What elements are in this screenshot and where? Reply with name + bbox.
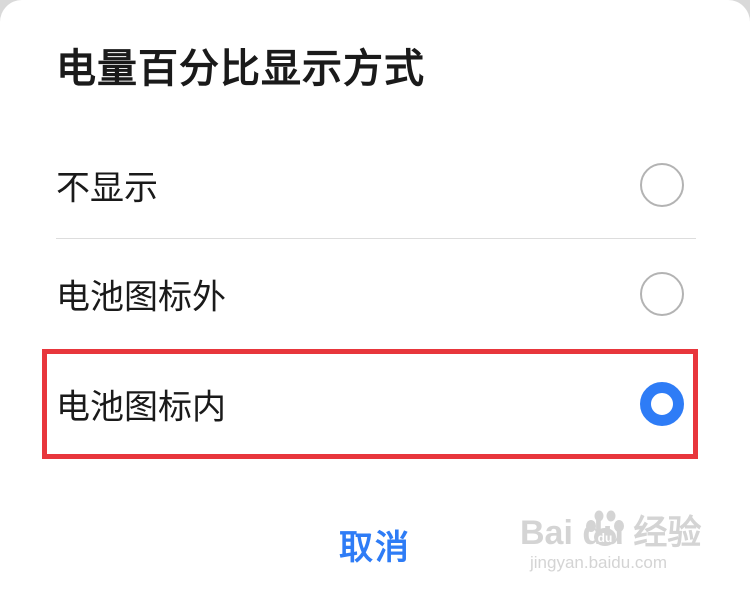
option-label: 电池图标外: [56, 277, 226, 318]
baidu-jingyan-watermark: Bai du 经验 du jingyan.baidu.com: [520, 505, 720, 583]
radio-button-unchecked[interactable]: [640, 163, 684, 207]
radio-button-unchecked[interactable]: [640, 272, 684, 316]
dialog-corner-left: [0, 0, 24, 24]
watermark-url: jingyan.baidu.com: [530, 553, 668, 572]
option-label: 不显示: [56, 168, 158, 209]
option-outside-battery-icon[interactable]: 电池图标外: [56, 240, 696, 348]
dialog-corner-right: [726, 0, 750, 24]
paw-icon: du: [586, 510, 624, 546]
dialog-title: 电量百分比显示方式: [56, 46, 425, 92]
option-hide[interactable]: 不显示: [56, 131, 696, 239]
battery-percentage-dialog: 电量百分比显示方式 不显示 电池图标外 电池图标内 取消 Bai du 经验 d…: [0, 0, 750, 597]
option-divider: [56, 238, 696, 239]
svg-text:du: du: [598, 531, 613, 545]
annotation-highlight-box: [42, 349, 698, 459]
